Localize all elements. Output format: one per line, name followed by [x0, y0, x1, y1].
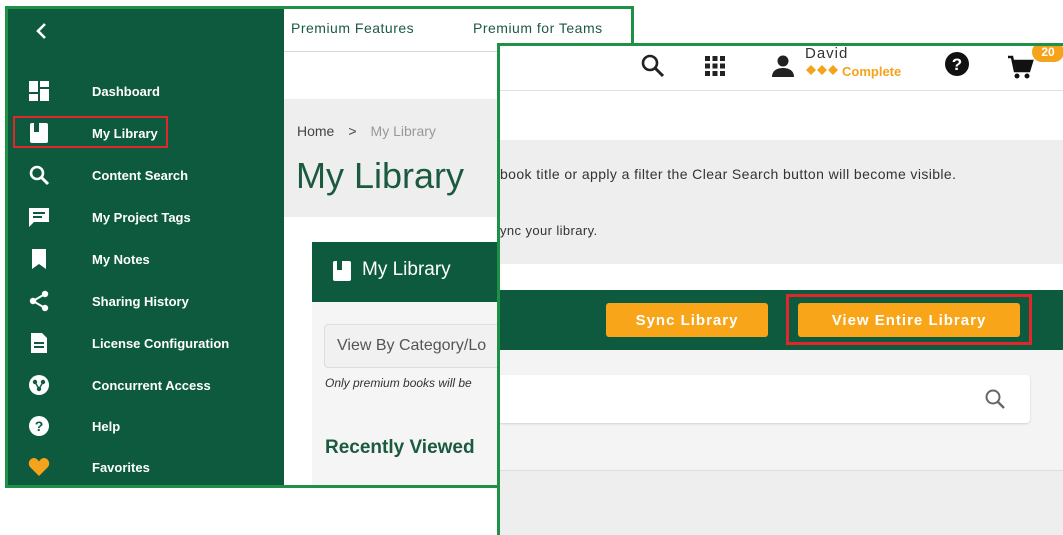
dashboard-icon [26, 78, 52, 104]
chevron-left-icon[interactable] [32, 21, 52, 41]
page-title: My Library [296, 155, 465, 196]
sidebar-item-sharing-history[interactable]: Sharing History [16, 285, 271, 317]
recently-viewed-heading: Recently Viewed [325, 437, 475, 458]
message-icon [26, 204, 52, 230]
sidebar-item-favorites[interactable]: Favorites [16, 451, 271, 483]
shopping-cart-icon[interactable] [1007, 55, 1034, 81]
sidebar-item-my-notes[interactable]: My Notes [16, 243, 271, 275]
premium-features-link[interactable]: Premium Features [291, 20, 414, 36]
sidebar-item-dashboard[interactable]: Dashboard [16, 75, 271, 107]
view-entire-library-highlight-box [786, 294, 1032, 345]
sidebar-item-label: Content Search [92, 167, 189, 183]
library-search-area [500, 350, 1063, 470]
search-icon[interactable] [984, 388, 1006, 410]
library-card-title: My Library [362, 259, 451, 280]
search-icon[interactable] [640, 53, 666, 79]
user-name[interactable]: David [805, 46, 848, 62]
info-band: book title or apply a filter the Clear S… [500, 140, 1063, 264]
sidebar: Dashboard My Library Content Search My P… [8, 9, 284, 485]
sidebar-item-label: Dashboard [92, 83, 160, 99]
sidebar-item-label: Concurrent Access [92, 377, 211, 393]
help-icon: ? [26, 413, 52, 439]
help-icon[interactable]: ? [944, 51, 970, 77]
screenshot-right: David Complete ? 20 book title or apply … [497, 43, 1063, 535]
book-icon [332, 260, 354, 282]
share-icon [26, 288, 52, 314]
cart-count-badge: 20 [1032, 46, 1063, 62]
sidebar-item-my-project-tags[interactable]: My Project Tags [16, 201, 271, 233]
premium-note: Only premium books will be [325, 376, 472, 390]
sidebar-item-label: My Notes [92, 251, 150, 267]
sidebar-item-label: Favorites [92, 459, 150, 475]
breadcrumb: Home > My Library [297, 123, 436, 139]
sidebar-item-label: Sharing History [92, 293, 189, 309]
breadcrumb-current: My Library [370, 123, 436, 139]
document-icon [26, 330, 52, 356]
diamond-badge-icon [805, 64, 839, 79]
user-status: Complete [805, 64, 901, 79]
bookmark-icon [26, 246, 52, 272]
sidebar-item-license-configuration[interactable]: License Configuration [16, 327, 271, 359]
network-icon [26, 372, 52, 398]
search-icon [26, 162, 52, 188]
sidebar-item-content-search[interactable]: Content Search [16, 159, 271, 191]
breadcrumb-home-link[interactable]: Home [297, 123, 334, 139]
app-header: David Complete ? 20 [500, 46, 1063, 91]
info-text-clear-search: book title or apply a filter the Clear S… [500, 166, 957, 182]
sidebar-item-concurrent-access[interactable]: Concurrent Access [16, 369, 271, 401]
sidebar-item-label: License Configuration [92, 335, 230, 351]
library-search-input[interactable] [500, 375, 1030, 423]
info-text-sync: ync your library. [500, 223, 598, 238]
user-avatar-icon[interactable] [770, 53, 796, 79]
library-content-area [500, 470, 1063, 535]
breadcrumb-separator: > [348, 123, 357, 139]
my-library-highlight-box [13, 116, 168, 148]
sidebar-item-help[interactable]: ? Help [16, 410, 271, 442]
library-action-bar: Sync Library View Entire Library [500, 290, 1063, 350]
premium-for-teams-link[interactable]: Premium for Teams [473, 20, 603, 36]
svg-text:?: ? [952, 55, 962, 74]
user-status-label: Complete [842, 64, 902, 79]
svg-text:?: ? [35, 418, 44, 434]
apps-grid-icon[interactable] [702, 53, 728, 79]
sync-library-button[interactable]: Sync Library [606, 303, 768, 337]
sidebar-item-label: My Project Tags [92, 209, 191, 225]
heart-icon [26, 454, 52, 480]
sidebar-item-label: Help [92, 418, 121, 434]
